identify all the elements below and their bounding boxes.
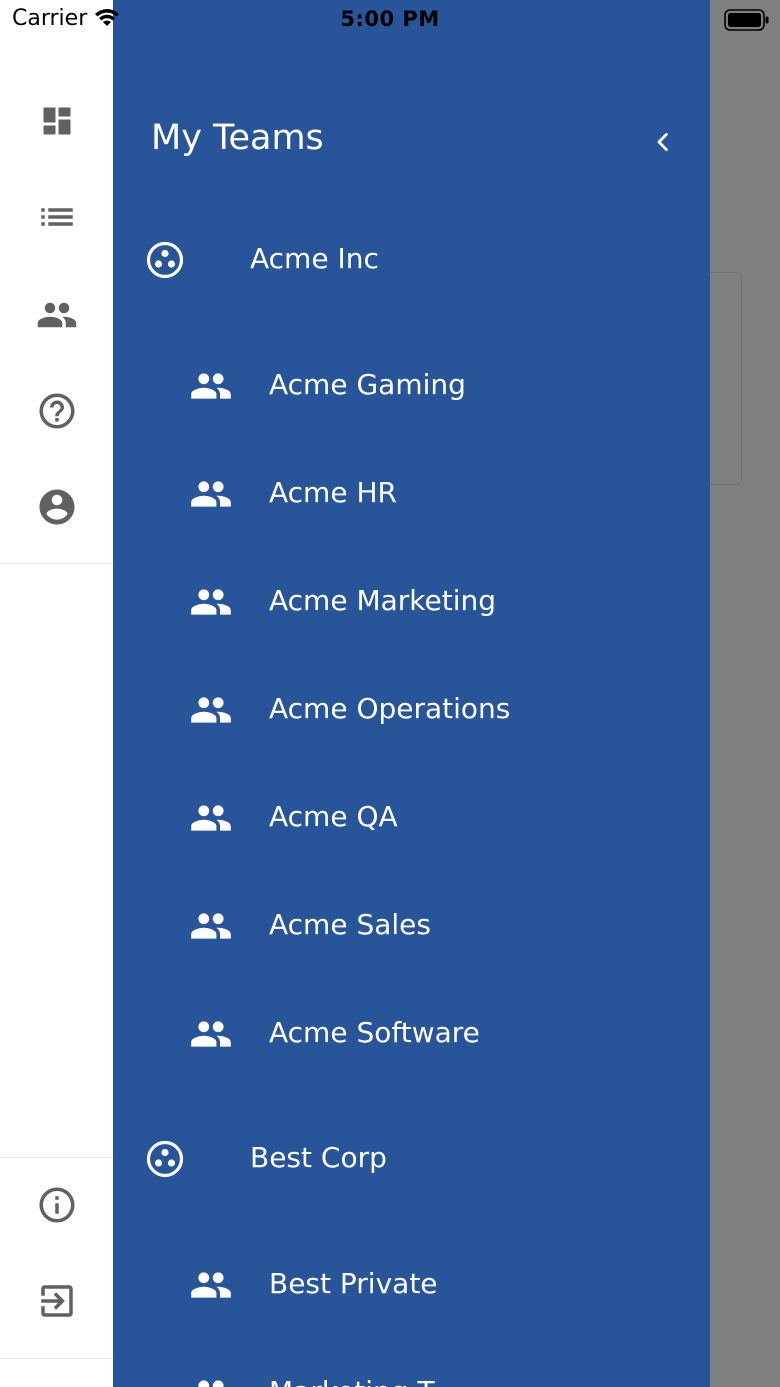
- group-icon: [189, 800, 233, 836]
- team-label: Acme QA: [269, 800, 398, 833]
- list-icon[interactable]: [36, 196, 78, 238]
- team-row[interactable]: Marketing T: [113, 1363, 710, 1387]
- rail-divider: [0, 563, 113, 564]
- team-row[interactable]: Acme QA: [113, 788, 710, 848]
- team-row[interactable]: Acme Sales: [113, 896, 710, 956]
- dashboard-icon[interactable]: [36, 100, 78, 142]
- info-icon[interactable]: [36, 1184, 78, 1226]
- org-label: Best Corp: [250, 1141, 387, 1174]
- team-row[interactable]: Acme Gaming: [113, 356, 710, 416]
- team-label: Marketing T: [269, 1375, 435, 1387]
- group-icon: [189, 1016, 233, 1052]
- team-row[interactable]: Acme Operations: [113, 680, 710, 740]
- team-label: Acme Software: [269, 1016, 480, 1049]
- battery-icon: [724, 9, 770, 35]
- org-label: Acme Inc: [250, 242, 379, 275]
- drawer-scrim[interactable]: [710, 0, 780, 1387]
- account-icon[interactable]: [36, 486, 78, 528]
- group-icon: [189, 1375, 233, 1387]
- team-label: Acme Operations: [269, 692, 511, 725]
- people-icon[interactable]: [36, 294, 78, 336]
- left-nav-rail: [0, 0, 113, 1387]
- organization-icon: [145, 240, 185, 280]
- background-card: [710, 272, 742, 485]
- team-row[interactable]: Acme HR: [113, 464, 710, 524]
- team-label: Best Private: [269, 1267, 438, 1300]
- status-time: 5:00 PM: [340, 7, 440, 31]
- group-icon: [189, 584, 233, 620]
- chevron-left-icon: [657, 133, 668, 151]
- team-row[interactable]: Acme Marketing: [113, 572, 710, 632]
- teams-drawer: My Teams Acme Inc Acme Gaming Acme HR Ac…: [113, 0, 710, 1387]
- group-icon: [189, 368, 233, 404]
- team-label: Acme Sales: [269, 908, 431, 941]
- team-label: Acme HR: [269, 476, 397, 509]
- logout-icon[interactable]: [36, 1280, 78, 1322]
- help-icon[interactable]: [36, 390, 78, 432]
- team-label: Acme Gaming: [269, 368, 466, 401]
- group-icon: [189, 908, 233, 944]
- status-bar: Carrier 5:00 PM: [0, 0, 780, 40]
- group-icon: [189, 1267, 233, 1303]
- group-icon: [189, 476, 233, 512]
- team-label: Acme Marketing: [269, 584, 497, 617]
- team-row[interactable]: Best Private: [113, 1255, 710, 1315]
- team-row[interactable]: Acme Software: [113, 1004, 710, 1064]
- rail-divider: [0, 1157, 113, 1158]
- rail-divider: [0, 1358, 113, 1359]
- org-row[interactable]: Best Corp: [113, 1129, 710, 1189]
- drawer-title: My Teams: [151, 118, 324, 158]
- org-row[interactable]: Acme Inc: [113, 230, 710, 290]
- collapse-drawer-button[interactable]: [647, 126, 679, 158]
- group-icon: [189, 692, 233, 728]
- organization-icon: [145, 1139, 185, 1179]
